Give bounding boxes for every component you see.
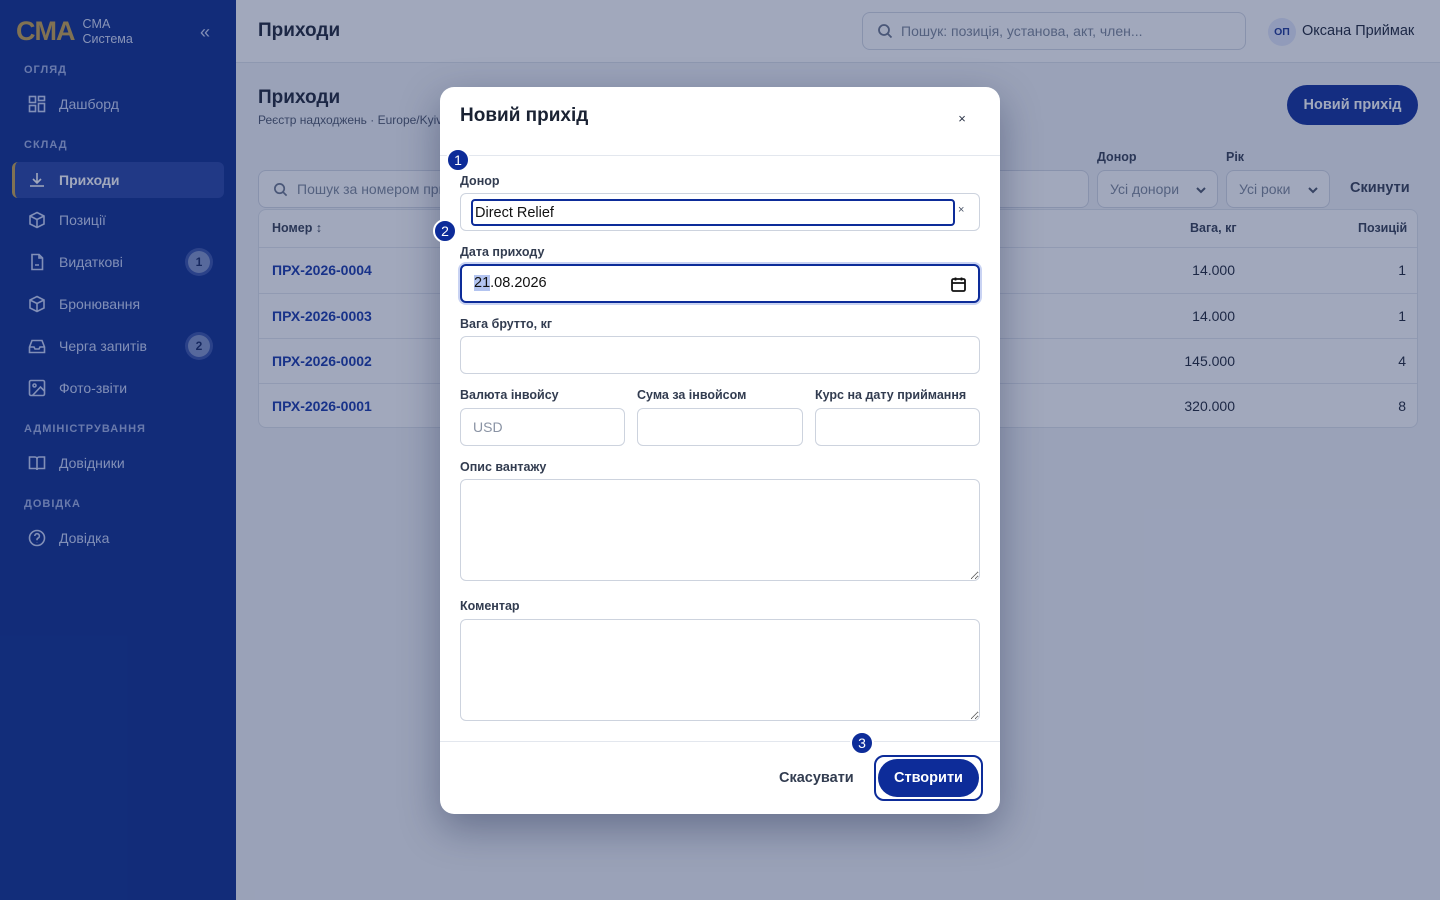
donor-combobox[interactable]: Direct Relief × bbox=[460, 193, 980, 231]
gross-weight-input[interactable] bbox=[461, 337, 979, 373]
close-icon[interactable]: × bbox=[954, 111, 970, 127]
comment-textarea[interactable] bbox=[461, 620, 979, 720]
invoice-amount-input[interactable] bbox=[638, 409, 802, 445]
clear-icon[interactable]: × bbox=[958, 204, 964, 216]
comment-label: Коментар bbox=[460, 599, 520, 613]
date-label: Дата приходу bbox=[460, 245, 545, 259]
exchange-rate-field[interactable] bbox=[815, 408, 980, 446]
gross-weight-label: Вага брутто, кг bbox=[460, 317, 553, 331]
comment-field[interactable] bbox=[460, 619, 980, 721]
step-marker-3: 3 bbox=[850, 731, 874, 755]
create-button-focus-ring: Створити bbox=[874, 755, 983, 801]
cargo-description-label: Опис вантажу bbox=[460, 460, 547, 474]
currency-input[interactable] bbox=[461, 409, 624, 445]
step-marker-1: 1 bbox=[446, 148, 470, 172]
gross-weight-field[interactable] bbox=[460, 336, 980, 374]
donor-input[interactable]: Direct Relief bbox=[471, 199, 955, 226]
date-value[interactable]: 21.08.2026 bbox=[474, 275, 547, 291]
currency-field[interactable] bbox=[460, 408, 625, 446]
exchange-rate-input[interactable] bbox=[816, 409, 979, 445]
cargo-description-textarea[interactable] bbox=[461, 480, 979, 580]
date-day-segment[interactable]: 21 bbox=[474, 275, 491, 291]
dialog-title: Новий прихід bbox=[460, 105, 589, 126]
invoice-amount-label: Сума за інвойсом bbox=[637, 388, 747, 402]
invoice-amount-field[interactable] bbox=[637, 408, 803, 446]
donor-label: Донор bbox=[460, 174, 500, 188]
new-arrival-dialog: Новий прихід × Донор Direct Relief × Дат… bbox=[440, 87, 1000, 814]
exchange-rate-label: Курс на дату приймання bbox=[815, 388, 967, 402]
step-marker-2: 2 bbox=[433, 219, 457, 243]
create-button[interactable]: Створити bbox=[878, 759, 979, 797]
calendar-icon[interactable] bbox=[950, 276, 967, 293]
cargo-description-field[interactable] bbox=[460, 479, 980, 581]
divider bbox=[440, 741, 1000, 742]
arrival-date-field[interactable]: 21.08.2026 bbox=[460, 264, 980, 303]
date-rest: .08.2026 bbox=[490, 275, 547, 291]
cancel-button[interactable]: Скасувати bbox=[779, 770, 854, 786]
divider bbox=[440, 155, 1000, 156]
currency-label: Валюта інвойсу bbox=[460, 388, 559, 402]
